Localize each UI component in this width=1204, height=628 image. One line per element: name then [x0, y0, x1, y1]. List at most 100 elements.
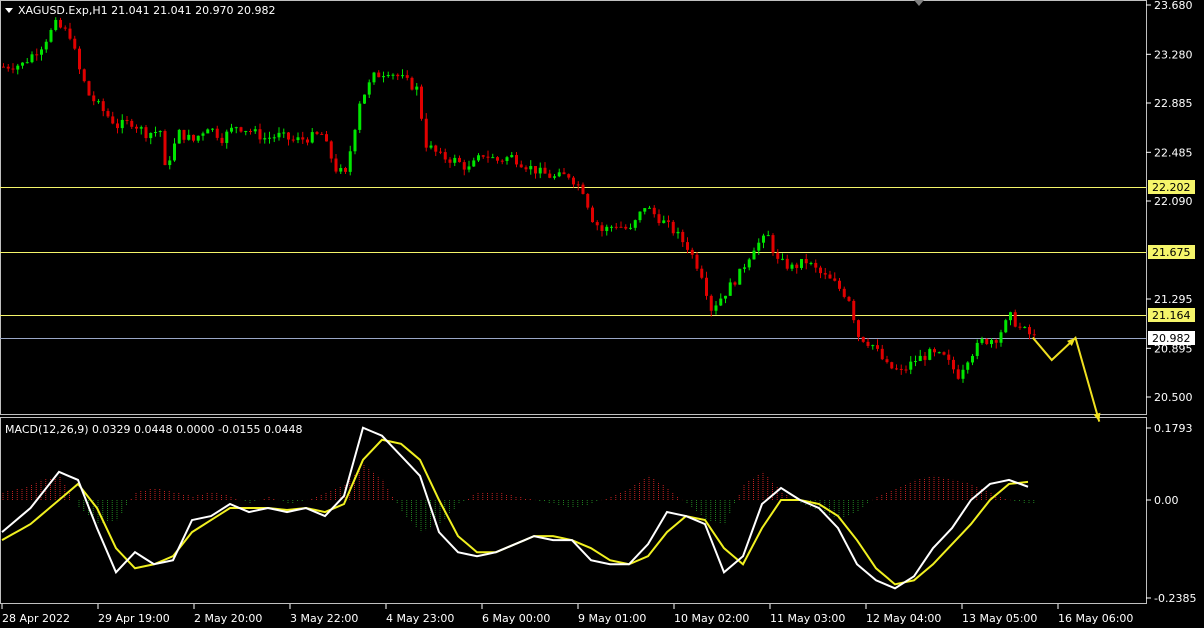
candle-body [1028, 327, 1031, 335]
candle-body [914, 361, 917, 363]
candle-body [515, 155, 518, 165]
candle-body [21, 62, 24, 66]
candle-body [952, 359, 955, 370]
candle-body [795, 264, 799, 268]
candle-body [158, 131, 162, 133]
trading-chart[interactable]: 23.68023.28022.88522.48522.09021.29520.8… [0, 0, 1204, 628]
candle-body [686, 242, 689, 250]
time-tick-label: 6 May 00:00 [482, 612, 550, 625]
candle-body [30, 54, 34, 63]
candle-body [857, 320, 860, 337]
candle-body [586, 193, 590, 208]
candle-body [809, 262, 813, 264]
candle-body [733, 282, 737, 285]
candle-body [63, 27, 67, 29]
candle-body [785, 258, 789, 269]
candle-body [16, 65, 20, 70]
candle-body [11, 68, 15, 70]
candle-body [206, 129, 210, 134]
candle-body [225, 131, 229, 143]
candle-body [6, 66, 10, 69]
candle-body [562, 172, 566, 175]
candle-body [804, 259, 808, 264]
candle-body [709, 295, 713, 311]
time-tick-label: 29 Apr 19:00 [98, 612, 170, 625]
candle-body [738, 268, 742, 285]
candle-body [567, 174, 571, 178]
candle-body [543, 167, 547, 174]
macd-panel[interactable] [0, 417, 1147, 604]
candle-body [144, 127, 148, 139]
candle-body [325, 134, 328, 142]
candle-body [852, 300, 856, 321]
candle-body [111, 116, 115, 124]
candle-body [272, 137, 276, 139]
candle-body [139, 127, 143, 129]
candle-body [890, 362, 894, 369]
candle-body [904, 369, 908, 371]
candle-body [524, 167, 528, 170]
candle-body [500, 160, 504, 162]
candle-body [766, 235, 770, 237]
candle-body [980, 338, 984, 343]
time-tick-label: 9 May 01:00 [578, 612, 646, 625]
candle-body [1023, 327, 1027, 329]
candle-body [101, 101, 105, 112]
time-tick-label: 3 May 22:00 [290, 612, 358, 625]
candle-body [481, 155, 485, 157]
candle-body [1018, 326, 1022, 328]
candle-body [572, 177, 575, 185]
candle-body [648, 207, 651, 209]
time-tick-label: 12 May 04:00 [866, 612, 941, 625]
candle-body [909, 361, 913, 370]
macd-axis: 0.1793 0.00 -0.2385 [1146, 422, 1196, 605]
candle-body [871, 345, 875, 347]
macd-tick-label: 0.1793 [1154, 422, 1193, 435]
candle-body [125, 119, 129, 121]
candle-body [781, 258, 784, 260]
time-tick-label: 13 May 05:00 [962, 612, 1037, 625]
candle-body [714, 305, 718, 311]
candle-body [310, 132, 314, 143]
price-tick-label: 23.280 [1154, 48, 1193, 61]
candle-body [899, 368, 903, 370]
candle-body [87, 81, 91, 96]
candle-body [329, 141, 333, 159]
candle-body [320, 133, 324, 135]
candle-body [106, 111, 110, 117]
price-tick-label: 22.885 [1154, 97, 1193, 110]
candle-body [757, 242, 761, 251]
candle-body [282, 132, 286, 134]
candle-body [961, 369, 965, 379]
candle-body [1032, 334, 1036, 336]
candle-body [116, 123, 119, 129]
candle-body [448, 159, 452, 163]
candle-body [724, 295, 727, 299]
candle-body [638, 211, 642, 221]
candle-body [747, 259, 751, 268]
level-price-label: 21.675 [1152, 246, 1191, 259]
candle-body [467, 166, 471, 170]
candle-body [624, 226, 628, 229]
time-tick-label: 28 Apr 2022 [2, 612, 70, 625]
candle-body [472, 160, 476, 167]
candle-body [196, 135, 200, 141]
candle-body [339, 168, 343, 172]
price-panel[interactable] [0, 0, 1147, 415]
candle-body [234, 127, 238, 129]
candle-body [348, 151, 352, 172]
candle-body [187, 134, 191, 140]
time-tick-label: 11 May 03:00 [770, 612, 845, 625]
candle-body [999, 332, 1003, 343]
candle-body [315, 132, 319, 134]
candle-body [966, 362, 970, 370]
candle-body [491, 157, 495, 159]
candle-body [358, 103, 362, 130]
candle-body [291, 139, 295, 141]
candle-body [676, 231, 680, 234]
candle-body [363, 94, 366, 104]
candle-body [942, 352, 946, 355]
candle-body [401, 75, 404, 77]
candle-body [173, 143, 176, 161]
level-price-label: 21.164 [1152, 309, 1191, 322]
